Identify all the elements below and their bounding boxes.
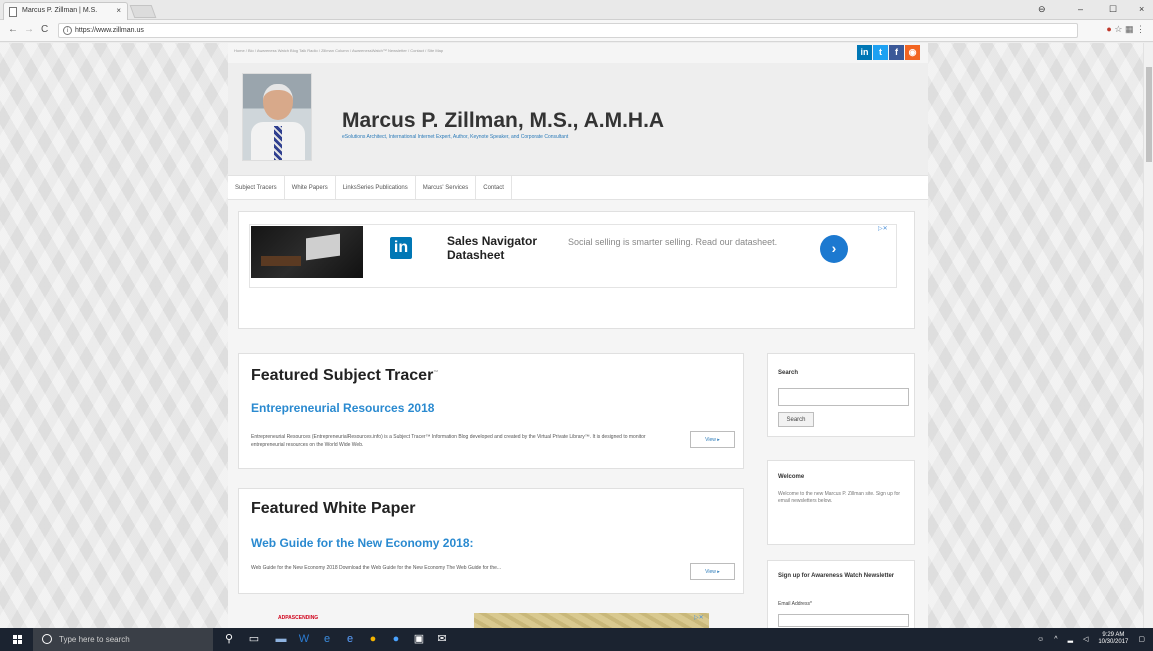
- adchoices-icon[interactable]: ▷✕: [694, 614, 704, 621]
- featured-paper-link[interactable]: Web Guide for the New Economy 2018:: [251, 536, 474, 550]
- chrome-icon[interactable]: ●: [367, 633, 379, 645]
- nav-item-contact[interactable]: Contact: [476, 176, 512, 199]
- email-label: Email Address*: [778, 601, 812, 607]
- featured-paper-card: Featured White Paper Web Guide for the N…: [238, 488, 744, 594]
- minimize-button[interactable]: –: [1078, 4, 1083, 14]
- taskbar-search-placeholder: Type here to search: [59, 635, 130, 644]
- profile-photo: [242, 73, 312, 161]
- newsletter-widget: Sign up for Awareness Watch Newsletter E…: [767, 560, 915, 628]
- breadcrumb[interactable]: Home / Bio / Awareness Watch Blog Talk R…: [234, 48, 443, 53]
- browser-tab[interactable]: Marcus P. Zillman | M.S. ×: [3, 2, 128, 20]
- address-bar-row: ← → C i https://www.zillman.us ● ☆ ▦ ⋮: [0, 20, 1153, 42]
- site-title[interactable]: Marcus P. Zillman, M.S., A.M.H.A: [342, 109, 664, 133]
- volume-icon[interactable]: ◁: [1083, 635, 1088, 643]
- people-icon[interactable]: ☺: [1037, 636, 1044, 643]
- featured-paper-heading: Featured White Paper: [251, 500, 416, 517]
- back-button[interactable]: ←: [8, 24, 18, 35]
- featured-tracer-desc: Entrepreneurial Resources (Entrepreneuri…: [251, 434, 646, 448]
- welcome-widget: Welcome Welcome to the new Marcus P. Zil…: [767, 460, 915, 545]
- store-icon[interactable]: ▣: [413, 633, 425, 645]
- linkedin-ad[interactable]: in Sales Navigator Datasheet Social sell…: [249, 224, 897, 288]
- ad2-logo: ADPASCENDING: [278, 615, 319, 621]
- new-tab-button[interactable]: [129, 5, 157, 18]
- info-icon[interactable]: i: [63, 26, 72, 35]
- featured-tracer-link[interactable]: Entrepreneurial Resources 2018: [251, 401, 434, 415]
- page-icon: [9, 7, 17, 17]
- site-header: Marcus P. Zillman, M.S., A.M.H.A eSoluti…: [228, 63, 928, 175]
- ad-container: in Sales Navigator Datasheet Social sell…: [238, 211, 915, 329]
- featured-tracer-heading: Featured Subject Tracer™: [251, 367, 439, 384]
- nav-item-white-papers[interactable]: White Papers: [285, 176, 336, 199]
- url-input[interactable]: i https://www.zillman.us: [58, 23, 1078, 38]
- extension-icons: ● ☆ ▦ ⋮: [1106, 24, 1145, 35]
- search-button[interactable]: Search: [778, 412, 814, 427]
- clock-time: 9:29 AM: [1102, 632, 1125, 638]
- nav-item-linksseries[interactable]: LinksSeries Publications: [336, 176, 416, 199]
- adchoices-icon[interactable]: ▷✕: [878, 225, 888, 232]
- vertical-scrollbar[interactable]: [1143, 43, 1153, 628]
- featured-tracer-card: Featured Subject Tracer™ Entrepreneurial…: [238, 353, 744, 469]
- search-widget-title: Search: [778, 370, 799, 376]
- forward-button[interactable]: →: [24, 24, 34, 35]
- internet-explorer-icon[interactable]: e: [344, 633, 356, 645]
- site-tagline: eSolutions Architect, International Inte…: [342, 134, 569, 140]
- word-icon[interactable]: W: [298, 633, 310, 645]
- twitter-icon[interactable]: t: [873, 45, 888, 60]
- close-window-button[interactable]: ×: [1139, 4, 1144, 14]
- ad-title[interactable]: Sales Navigator Datasheet: [447, 234, 567, 262]
- scrollbar-thumb[interactable]: [1146, 67, 1152, 162]
- ad-image: [251, 226, 363, 278]
- nav-item-services[interactable]: Marcus' Services: [416, 176, 477, 199]
- bookmark-star-icon[interactable]: ☆: [1114, 24, 1122, 34]
- maximize-button[interactable]: ☐: [1109, 4, 1117, 15]
- ad-text: Social selling is smarter selling. Read …: [568, 237, 778, 247]
- taskbar-search-input[interactable]: Type here to search: [33, 628, 213, 651]
- linkedin-icon[interactable]: in: [857, 45, 872, 60]
- email-input[interactable]: [778, 614, 909, 627]
- taskbar-clock[interactable]: 9:29 AM 10/30/2017: [1098, 632, 1128, 646]
- microphone-icon[interactable]: ⚲: [223, 633, 235, 645]
- welcome-text: Welcome to the new Marcus P. Zillman sit…: [778, 491, 901, 504]
- rss-icon[interactable]: ◉: [905, 45, 920, 60]
- edge-icon[interactable]: e: [321, 633, 333, 645]
- extension-icon[interactable]: ▦: [1125, 24, 1134, 34]
- linkedin-logo-icon: in: [390, 237, 412, 259]
- windows-taskbar: Type here to search ⚲ ▭ ▬ W e e ● ● ▣ ✉ …: [0, 628, 1153, 651]
- cortana-icon: [42, 634, 52, 644]
- app-icon[interactable]: ●: [390, 633, 402, 645]
- tab-title: Marcus P. Zillman | M.S.: [22, 7, 98, 14]
- welcome-title: Welcome: [778, 474, 805, 480]
- url-text: https://www.zillman.us: [75, 27, 144, 34]
- clock-date: 10/30/2017: [1098, 639, 1129, 645]
- reload-button[interactable]: C: [41, 24, 48, 35]
- user-profile-icon[interactable]: ⊖: [1038, 4, 1046, 15]
- page-viewport: Home / Bio / Awareness Watch Blog Talk R…: [0, 43, 1143, 628]
- network-icon[interactable]: ▂: [1068, 635, 1073, 643]
- social-links: in t f ◉: [857, 45, 920, 60]
- mail-icon[interactable]: ✉: [436, 633, 448, 645]
- second-ad[interactable]: ADPASCENDING ▷✕: [238, 604, 718, 628]
- close-tab-icon[interactable]: ×: [116, 6, 121, 15]
- site-container: Home / Bio / Awareness Watch Blog Talk R…: [228, 43, 928, 628]
- main-nav: Subject Tracers White Papers LinksSeries…: [228, 175, 928, 200]
- file-explorer-icon[interactable]: ▬: [275, 633, 287, 645]
- task-view-icon[interactable]: ▭: [248, 633, 260, 645]
- search-input[interactable]: [778, 388, 909, 406]
- newsletter-title: Sign up for Awareness Watch Newsletter: [778, 573, 895, 579]
- browser-tab-bar: Marcus P. Zillman | M.S. × ⊖ – ☐ ×: [0, 0, 1153, 20]
- extension-icon[interactable]: ●: [1106, 24, 1111, 34]
- tray-chevron-icon[interactable]: ^: [1054, 636, 1057, 643]
- featured-paper-desc: Web Guide for the New Economy 2018 Downl…: [251, 565, 502, 571]
- facebook-icon[interactable]: f: [889, 45, 904, 60]
- view-tracer-button[interactable]: View ▸: [690, 431, 735, 448]
- menu-icon[interactable]: ⋮: [1136, 24, 1145, 34]
- windows-start-icon[interactable]: [13, 635, 22, 644]
- search-widget: Search Search: [767, 353, 915, 437]
- notifications-icon[interactable]: ▢: [1138, 635, 1145, 643]
- ad-arrow-button[interactable]: ›: [820, 235, 848, 263]
- ad2-image: [474, 613, 709, 628]
- view-paper-button[interactable]: View ▸: [690, 563, 735, 580]
- system-tray: ☺ ^ ▂ ◁ 9:29 AM 10/30/2017 ▢: [1037, 632, 1145, 646]
- nav-item-subject-tracers[interactable]: Subject Tracers: [228, 176, 285, 199]
